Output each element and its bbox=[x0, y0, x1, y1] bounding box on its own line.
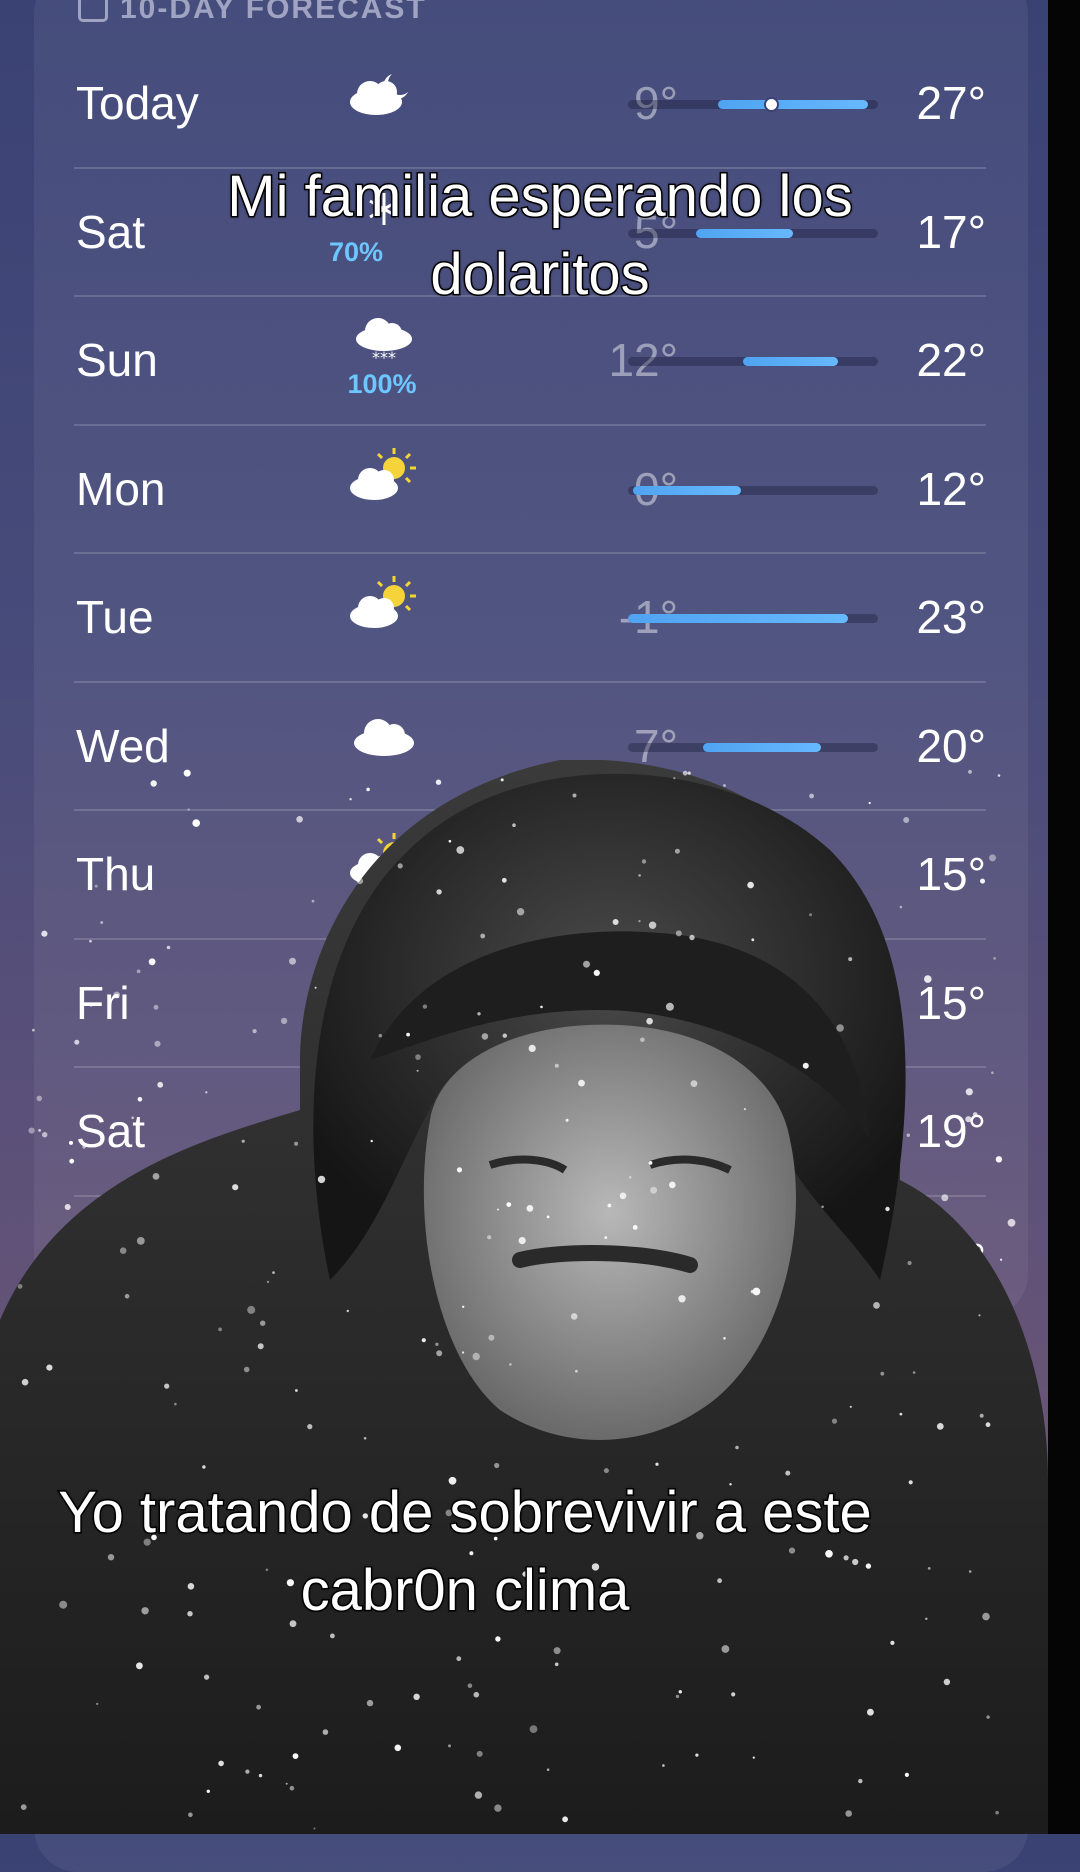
partly-sunny-icon bbox=[324, 574, 444, 664]
forecast-day: Sun bbox=[76, 334, 158, 386]
temp-range-bar bbox=[628, 742, 878, 752]
temp-range-fill bbox=[718, 100, 868, 109]
temp-range-bar bbox=[628, 614, 878, 623]
row-divider bbox=[74, 423, 986, 426]
high-temp: 23° bbox=[916, 591, 986, 643]
row-divider bbox=[74, 680, 986, 683]
temp-range-fill bbox=[628, 614, 848, 623]
svg-text:***: *** bbox=[372, 348, 396, 367]
forecast-row: Mon0°12° bbox=[74, 426, 986, 554]
screen-edge bbox=[1048, 0, 1080, 1834]
temp-range-fill bbox=[633, 485, 741, 495]
forecast-day: Tue bbox=[76, 591, 154, 643]
temp-range-bar bbox=[628, 357, 878, 366]
temp-range-fill bbox=[703, 742, 821, 752]
row-divider bbox=[74, 552, 986, 554]
forecast-header: 10-DAY FORECAST bbox=[78, 0, 427, 26]
forecast-row: Today 9° 27° bbox=[74, 40, 986, 168]
temp-range-bar bbox=[628, 97, 878, 112]
forecast-header-label: 10-DAY FORECAST bbox=[120, 0, 427, 25]
high-temp: 27° bbox=[916, 77, 986, 129]
forecast-day: Sat bbox=[76, 205, 146, 258]
precip-chance: 100% bbox=[347, 369, 417, 399]
temp-range-bar bbox=[628, 485, 878, 495]
bottom-caption: Yo tratando de sobrevivir a este cabr0n … bbox=[57, 1479, 874, 1625]
high-temp: 22° bbox=[916, 334, 986, 386]
top-caption: Mi familia esperando los dolaritos bbox=[226, 163, 854, 309]
forecast-row: Sun *** 100% 12° 22° bbox=[74, 297, 986, 425]
temp-range-fill bbox=[743, 357, 838, 366]
partly-sunny-icon bbox=[324, 446, 444, 536]
current-temp-dot bbox=[763, 97, 779, 112]
forecast-row: Tue -1° 23° bbox=[74, 554, 986, 682]
partly-cloudy-night-icon bbox=[324, 60, 444, 150]
forecast-day: Mon bbox=[76, 462, 166, 515]
calendar-icon bbox=[78, 0, 108, 22]
high-temp: 12° bbox=[916, 462, 986, 515]
person-in-snow-image bbox=[0, 760, 1048, 1834]
forecast-day: Today bbox=[76, 77, 199, 129]
